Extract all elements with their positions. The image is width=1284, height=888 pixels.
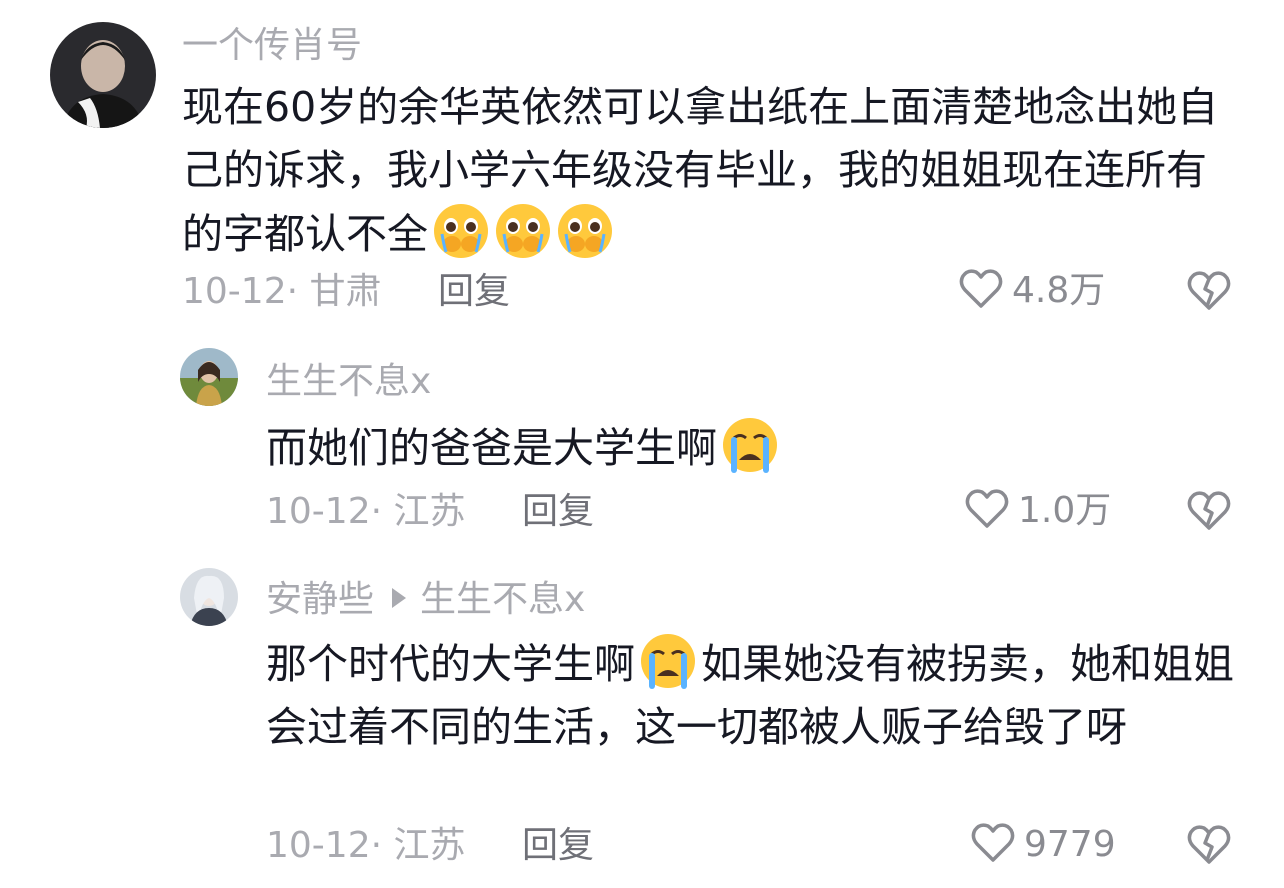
like-count: 4.8万 <box>1012 270 1106 311</box>
crying-face-emoji <box>639 632 697 690</box>
username: 安静些 生生不息x <box>266 578 585 622</box>
pleading-face-emoji <box>494 202 552 260</box>
username[interactable]: 一个传肖号 <box>182 24 362 68</box>
like-button[interactable]: 4.8万 <box>958 268 1105 314</box>
comment-text-content: 那个时代的大学生啊 <box>266 640 635 688</box>
crying-face-emoji <box>721 416 779 474</box>
broken-heart-icon[interactable] <box>1186 270 1232 316</box>
pleading-face-emoji <box>556 202 614 260</box>
like-button[interactable]: 9779 <box>970 822 1116 868</box>
heart-outline-icon <box>958 268 1004 314</box>
reply-button[interactable]: 回复 <box>522 824 594 868</box>
username[interactable]: 生生不息x <box>266 360 431 404</box>
reply-button[interactable]: 回复 <box>438 270 510 314</box>
heart-outline-icon <box>964 488 1010 534</box>
reply-arrow-icon <box>392 588 407 608</box>
comment-item: 一个传肖号 现在60岁的余华英依然可以拿出纸在上面清楚地念出她自己的诉求，我小学… <box>0 0 1284 330</box>
comment-text-content: 而她们的爸爸是大学生啊 <box>266 424 717 472</box>
comment-date-location: 10-12· 江苏 <box>266 491 466 532</box>
username-text[interactable]: 安静些 <box>266 579 374 620</box>
comment-text: 而她们的爸爸是大学生啊 <box>266 416 1246 480</box>
broken-heart-icon[interactable] <box>1186 490 1232 536</box>
comment-date-location: 10-12· 甘肃 <box>182 271 382 312</box>
reply-button[interactable]: 回复 <box>522 490 594 534</box>
comment-text-content: 现在60岁的余华英依然可以拿出纸在上面清楚地念出她自己的诉求，我小学六年级没有毕… <box>182 83 1219 258</box>
pleading-face-emoji <box>432 202 490 260</box>
comment-date-location: 10-12· 江苏 <box>266 825 466 866</box>
like-button[interactable]: 1.0万 <box>964 488 1111 534</box>
comment-item: 安静些 生生不息x 那个时代的大学生啊 如果她没有被拐卖，她和姐姐会过着不同的生活… <box>0 560 1284 888</box>
comment-text: 那个时代的大学生啊 如果她没有被拐卖，她和姐姐会过着不同的生活，这一切都被人贩子… <box>266 632 1256 759</box>
avatar[interactable] <box>180 348 238 406</box>
comment-text: 现在60岁的余华英依然可以拿出纸在上面清楚地念出她自己的诉求，我小学六年级没有毕… <box>182 76 1242 266</box>
reply-to-username[interactable]: 生生不息x <box>420 579 585 620</box>
like-count: 1.0万 <box>1018 490 1112 531</box>
avatar[interactable] <box>50 22 156 128</box>
like-count: 9779 <box>1024 824 1116 865</box>
avatar[interactable] <box>180 568 238 626</box>
comment-item: 生生不息x 而她们的爸爸是大学生啊 10-12· 江苏 回复 1.0万 <box>0 340 1284 560</box>
heart-outline-icon <box>970 822 1016 868</box>
broken-heart-icon[interactable] <box>1186 824 1232 870</box>
